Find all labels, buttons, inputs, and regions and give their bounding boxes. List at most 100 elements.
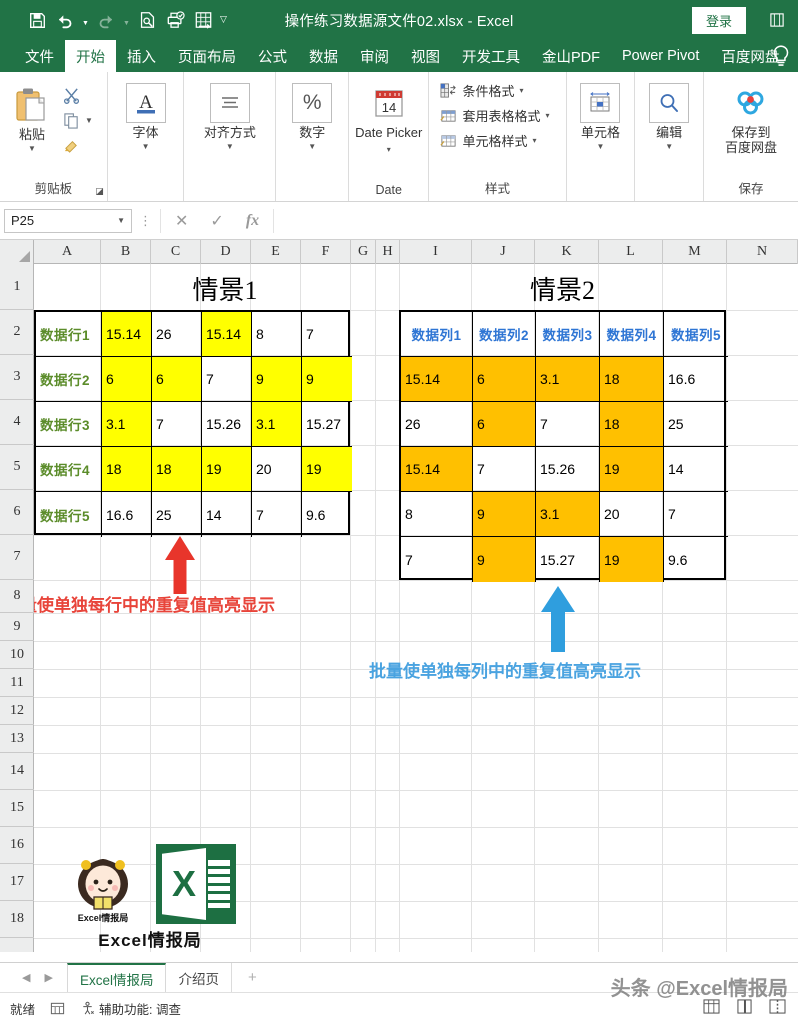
row-header-10[interactable]: 10 — [0, 641, 34, 669]
scene1-cell[interactable]: 26 — [152, 312, 202, 357]
scene2-cell[interactable]: 15.14 — [401, 447, 473, 492]
page-layout-view-icon[interactable] — [736, 999, 753, 1017]
ribbon-tab-home[interactable]: 开始 — [65, 40, 116, 72]
scene2-cell[interactable]: 14 — [664, 447, 728, 492]
scene2-cell[interactable]: 19 — [600, 537, 664, 582]
scene2-cell[interactable]: 3.1 — [536, 357, 600, 402]
row-header-14[interactable]: 14 — [0, 753, 34, 790]
scene1-cell[interactable]: 15.27 — [302, 402, 352, 447]
row-header-11[interactable]: 11 — [0, 669, 34, 697]
scene1-cell[interactable]: 3.1 — [252, 402, 302, 447]
row-header-4[interactable]: 4 — [0, 400, 34, 445]
row-header-12[interactable]: 12 — [0, 697, 34, 725]
scene2-cell[interactable]: 15.14 — [401, 357, 473, 402]
scene2-cell[interactable]: 18 — [600, 357, 664, 402]
sheet-next-icon[interactable]: ▶ — [44, 971, 52, 984]
cell-styles-button[interactable]: 单元格样式 ▾ — [439, 128, 559, 153]
lightbulb-icon[interactable] — [770, 44, 792, 73]
copy-button[interactable]: ▼ — [62, 109, 93, 131]
scene1-cell[interactable]: 15.14 — [202, 312, 252, 357]
scene1-cell[interactable]: 25 — [152, 492, 202, 537]
row-header-8[interactable]: 8 — [0, 580, 34, 613]
scene2-cell[interactable]: 7 — [536, 402, 600, 447]
column-header-D[interactable]: D — [201, 240, 251, 264]
ribbon-tab-developer[interactable]: 开发工具 — [451, 40, 531, 72]
accessibility-status[interactable]: 辅助功能: 调查 — [79, 999, 181, 1018]
cut-button[interactable] — [62, 84, 93, 106]
format-painter-button[interactable] — [62, 134, 93, 156]
column-header-A[interactable]: A — [34, 240, 101, 264]
alignment-caret-icon[interactable]: ▼ — [226, 142, 234, 151]
scene2-cell[interactable]: 7 — [664, 492, 728, 537]
scene2-cell[interactable]: 26 — [401, 402, 473, 447]
scene2-cell[interactable]: 19 — [600, 447, 664, 492]
scene1-cell[interactable]: 8 — [252, 312, 302, 357]
column-header-G[interactable]: G — [351, 240, 376, 264]
scene1-cell[interactable]: 15.26 — [202, 402, 252, 447]
scene1-cell[interactable]: 7 — [252, 492, 302, 537]
scene1-cell[interactable]: 7 — [152, 402, 202, 447]
ribbon-tab-power-pivot[interactable]: Power Pivot — [611, 40, 710, 72]
ribbon-tab-page-layout[interactable]: 页面布局 — [167, 40, 247, 72]
scene2-cell[interactable]: 18 — [600, 402, 664, 447]
font-caret-icon[interactable]: ▼ — [142, 142, 150, 151]
column-header-H[interactable]: H — [376, 240, 400, 264]
ribbon-tab-kingsoft-pdf[interactable]: 金山PDF — [531, 40, 611, 72]
ribbon-tab-formulas[interactable]: 公式 — [247, 40, 298, 72]
row-header-13[interactable]: 13 — [0, 725, 34, 753]
editing-button[interactable]: 编辑 ▼ — [648, 78, 690, 151]
row-header-15[interactable]: 15 — [0, 790, 34, 827]
scene2-cell[interactable]: 20 — [600, 492, 664, 537]
column-header-K[interactable]: K — [535, 240, 599, 264]
copy-caret-icon[interactable]: ▼ — [85, 116, 93, 125]
scene2-cell[interactable]: 6 — [473, 357, 536, 402]
row-header-7[interactable]: 7 — [0, 535, 34, 580]
redo-dropdown-caret[interactable]: ▼ — [121, 7, 132, 33]
column-header-B[interactable]: B — [101, 240, 151, 264]
macro-record-icon[interactable] — [49, 1000, 65, 1016]
select-all-corner[interactable] — [0, 240, 34, 264]
row-header-6[interactable]: 6 — [0, 490, 34, 535]
scene1-cell[interactable]: 6 — [102, 357, 152, 402]
column-header-F[interactable]: F — [301, 240, 351, 264]
ribbon-tab-insert[interactable]: 插入 — [116, 40, 167, 72]
scene2-cell[interactable]: 16.6 — [664, 357, 728, 402]
scene1-cell[interactable]: 3.1 — [102, 402, 152, 447]
number-caret-icon[interactable]: ▼ — [308, 142, 316, 151]
column-header-E[interactable]: E — [251, 240, 301, 264]
scene1-cell[interactable]: 20 — [252, 447, 302, 492]
confirm-icon[interactable]: ✓ — [210, 211, 223, 231]
row-header-18[interactable]: 18 — [0, 901, 34, 938]
grid-canvas[interactable]: 情景1 数据行1 数据行2 数据行3 数据行4 数据行5 15.14 26 15… — [34, 264, 798, 952]
column-header-I[interactable]: I — [400, 240, 472, 264]
ribbon-tab-file[interactable]: 文件 — [14, 40, 65, 72]
row-header-2[interactable]: 2 — [0, 310, 34, 355]
page-break-view-icon[interactable] — [769, 999, 786, 1017]
undo-icon[interactable] — [52, 7, 78, 33]
scene2-cell[interactable]: 7 — [401, 537, 473, 582]
autofit-table-icon[interactable] — [190, 7, 216, 33]
undo-dropdown-caret[interactable]: ▼ — [80, 7, 91, 33]
redo-icon[interactable] — [93, 7, 119, 33]
scene1-cell[interactable]: 9.6 — [302, 492, 352, 537]
scene1-cell[interactable]: 18 — [102, 447, 152, 492]
column-header-L[interactable]: L — [599, 240, 663, 264]
scene1-cell[interactable]: 7 — [302, 312, 352, 357]
sign-in-button[interactable]: 登录 — [691, 7, 746, 34]
print-preview-icon[interactable] — [134, 7, 160, 33]
formula-input[interactable] — [274, 208, 794, 233]
sheet-tab-jieshaoye[interactable]: 介绍页 — [166, 963, 232, 992]
ribbon-tab-data[interactable]: 数据 — [298, 40, 349, 72]
row-header-9[interactable]: 9 — [0, 613, 34, 641]
column-header-C[interactable]: C — [151, 240, 201, 264]
cancel-icon[interactable]: ✕ — [175, 211, 188, 231]
name-box[interactable]: P25 ▼ — [4, 208, 132, 233]
scene1-cell[interactable]: 9 — [252, 357, 302, 402]
customize-qat-caret[interactable]: ▽ — [218, 7, 229, 33]
scene2-cell[interactable]: 3.1 — [536, 492, 600, 537]
save-icon[interactable] — [24, 7, 50, 33]
scene1-cell[interactable]: 18 — [152, 447, 202, 492]
clipboard-dialog-launcher[interactable]: ◪ — [95, 186, 104, 197]
scene2-cell[interactable]: 7 — [473, 447, 536, 492]
scene1-cell[interactable]: 7 — [202, 357, 252, 402]
